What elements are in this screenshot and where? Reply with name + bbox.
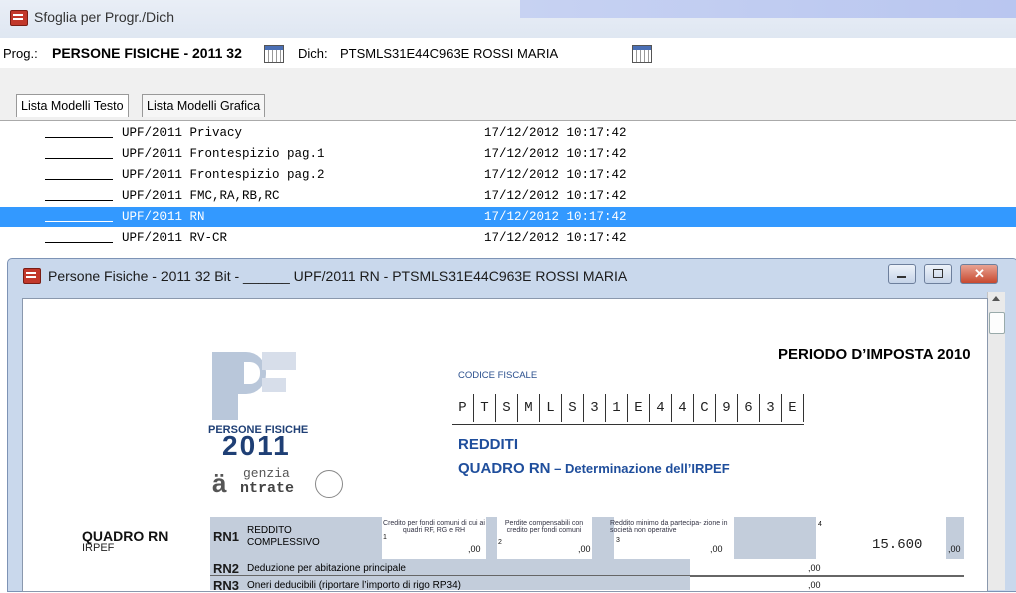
rn3-code: RN3 (213, 578, 240, 593)
scroll-up-icon[interactable] (992, 296, 1000, 301)
info-bar: Prog.: PERSONE FISICHE - 2011 32 Dich: P… (0, 38, 1016, 69)
cf-char: M (518, 394, 540, 422)
quadro-heading: QUADRO RN – Determinazione dell’IRPEF (458, 460, 730, 477)
prog-label: Prog.: (3, 46, 38, 61)
cf-char: 4 (650, 394, 672, 422)
cf-char: C (694, 394, 716, 422)
cf-char: T (474, 394, 496, 422)
prog-value: PERSONE FISICHE - 2011 32 (52, 45, 242, 61)
model-list: UPF/2011 Privacy 17/12/2012 10:17:42 UPF/… (0, 120, 1016, 251)
form-window-icon (23, 268, 41, 284)
tab-bar: Lista Modelli Testo Lista Modelli Grafic… (0, 68, 1016, 120)
emblem-icon (315, 470, 343, 498)
cf-char: L (540, 394, 562, 422)
dich-label: Dich: (298, 46, 328, 61)
cf-char: S (496, 394, 518, 422)
redditi-heading: REDDITI (458, 436, 518, 453)
rn3-label: Oneri deducibili (riportare l’importo di… (247, 580, 461, 591)
agenzia-mark-icon: ä (212, 468, 227, 498)
rn1-field-number: 2 (498, 539, 502, 546)
cf-char: 6 (738, 394, 760, 422)
list-item[interactable]: UPF/2011 FMC,RA,RB,RC 17/12/2012 10:17:42 (0, 186, 1016, 206)
rn-rows: RN1 REDDITO COMPLESSIVO Credito per fond… (210, 517, 964, 593)
cf-char: E (782, 394, 804, 422)
cf-char: E (628, 394, 650, 422)
rn1-total-value[interactable]: 15.600 (872, 537, 922, 553)
rn1-col3-label: Reddito minimo da partecipa- zione in so… (610, 520, 728, 534)
codice-fiscale-boxes: P T S M L S 3 1 E 4 4 C 9 6 3 E (452, 394, 804, 425)
rn1-field-number: 4 (818, 521, 822, 528)
agenzia-text-b: ntrate (240, 480, 295, 497)
form-window-title: Persone Fisiche - 2011 32 Bit - ______ U… (48, 268, 628, 284)
rn1-col1-label: Credito per fondi comuni di cui ai quadr… (383, 520, 485, 534)
tab-lista-modelli-testo[interactable]: Lista Modelli Testo (16, 94, 129, 117)
cf-char: 4 (672, 394, 694, 422)
rn1-field-number: 1 (383, 534, 387, 541)
cf-char: P (452, 394, 474, 422)
close-icon: ✕ (974, 266, 985, 281)
agenzia-text-a: genzia (243, 466, 290, 481)
list-item[interactable]: UPF/2011 Frontespizio pag.2 17/12/2012 10… (0, 165, 1016, 185)
dich-value: PTSMLS31E44C963E ROSSI MARIA (340, 46, 559, 61)
cf-char: 3 (584, 394, 606, 422)
rn1-code: RN1 (213, 529, 240, 544)
rn2-code: RN2 (213, 561, 240, 576)
rn1-col2-value[interactable]: ,00 (578, 544, 591, 554)
rn1-label-a: REDDITO (247, 525, 292, 536)
rn1-col1-value[interactable]: ,00 (468, 544, 481, 554)
side-quadro-sub: IRPEF (82, 542, 115, 554)
cf-char: S (562, 394, 584, 422)
rn1-col3-value[interactable]: ,00 (710, 544, 723, 554)
cf-char: 9 (716, 394, 738, 422)
list-item[interactable]: UPF/2011 Privacy 17/12/2012 10:17:42 (0, 123, 1016, 143)
rn1-field-number: 3 (616, 537, 620, 544)
list-item[interactable]: UPF/2011 RV-CR 17/12/2012 10:17:42 (0, 228, 1016, 248)
cf-char: 1 (606, 394, 628, 422)
rn3-value[interactable]: ,00 (808, 580, 821, 590)
title-bar-accent (520, 0, 1016, 18)
dich-calendar-icon[interactable] (632, 45, 652, 63)
outer-window-title: Sfoglia per Progr./Dich (34, 9, 175, 25)
scrollbar-thumb[interactable] (989, 312, 1005, 334)
maximize-button[interactable] (924, 264, 952, 284)
periodo-imposta: PERIODO D’IMPOSTA 2010 (778, 346, 971, 363)
app-icon (10, 10, 28, 26)
list-item-selected[interactable]: UPF/2011 RN 17/12/2012 10:17:42 (0, 207, 1016, 227)
minimize-button[interactable] (888, 264, 916, 284)
logo-year: 2011 (222, 430, 291, 461)
outer-title-bar: Sfoglia per Progr./Dich (0, 0, 1016, 38)
cf-char: 3 (760, 394, 782, 422)
rn1-label-b: COMPLESSIVO (247, 537, 320, 548)
rn2-value[interactable]: ,00 (808, 563, 821, 573)
prog-calendar-icon[interactable] (264, 45, 284, 63)
rn1-col2-label: Perdite compensabili con credito per fon… (504, 520, 584, 534)
tab-lista-modelli-grafica[interactable]: Lista Modelli Grafica (142, 94, 266, 117)
vertical-scrollbar[interactable] (987, 292, 1005, 590)
codice-fiscale-label: CODICE FISCALE (458, 370, 538, 381)
rn2-label: Deduzione per abitazione principale (247, 563, 406, 574)
rn1-total-decimals: ,00 (948, 544, 961, 554)
close-button[interactable]: ✕ (960, 264, 998, 284)
list-item[interactable]: UPF/2011 Frontespizio pag.1 17/12/2012 10… (0, 144, 1016, 164)
